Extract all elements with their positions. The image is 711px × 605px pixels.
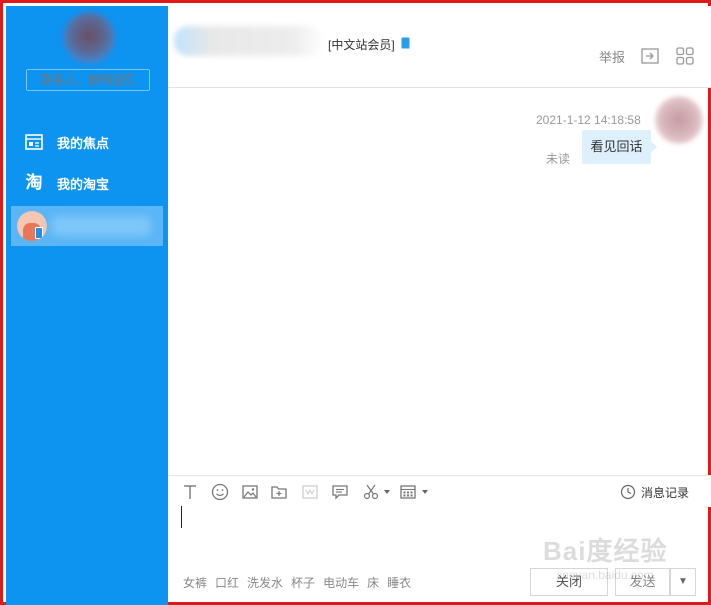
contact-avatar xyxy=(17,211,47,241)
sidebar-item-my-focus[interactable]: 我的焦点 xyxy=(6,123,168,161)
send-button[interactable]: 发送 xyxy=(615,568,670,596)
chat-window: 我的焦点 淘 我的淘宝 [中文站会员] 举报 xyxy=(0,0,711,605)
quick-phrase-bar: 女裤 口红 洗发水 杯子 电动车 床 睡衣 xyxy=(183,574,419,591)
mobile-badge-icon xyxy=(401,37,410,49)
exit-icon[interactable] xyxy=(640,46,660,66)
sidebar: 我的焦点 淘 我的淘宝 xyxy=(6,6,168,605)
font-icon[interactable] xyxy=(180,482,200,502)
quick-phrase[interactable]: 电动车 xyxy=(323,574,359,591)
quick-phrase[interactable]: 口红 xyxy=(215,574,239,591)
chevron-down-icon[interactable] xyxy=(415,482,435,502)
contact-search-input[interactable] xyxy=(26,69,150,91)
apps-grid-icon[interactable] xyxy=(675,46,695,66)
taobao-icon: 淘 xyxy=(25,173,43,192)
comment-icon[interactable] xyxy=(330,482,350,502)
quick-phrase[interactable]: 床 xyxy=(367,574,379,591)
quick-phrase[interactable]: 杯子 xyxy=(291,574,315,591)
folder-icon[interactable] xyxy=(269,482,289,502)
video-icon[interactable] xyxy=(300,482,320,502)
self-avatar[interactable] xyxy=(63,12,115,64)
send-options-button[interactable]: ▼ xyxy=(670,568,696,596)
sidebar-item-label: 我的焦点 xyxy=(57,135,110,151)
member-tag: [中文站会员] xyxy=(328,38,395,52)
message-bubble: 看见回话 xyxy=(582,130,657,164)
emoji-icon[interactable] xyxy=(210,482,230,502)
contact-name-blurred xyxy=(51,216,151,236)
chat-header: [中文站会员] 举报 xyxy=(168,6,711,88)
focus-icon xyxy=(24,132,44,152)
chevron-down-icon[interactable] xyxy=(377,482,397,502)
peer-name-blurred xyxy=(174,26,324,56)
input-toolbar: 消息记录 xyxy=(168,475,711,507)
quick-phrase[interactable]: 女裤 xyxy=(183,574,207,591)
sidebar-item-label: 我的淘宝 xyxy=(57,176,110,192)
sidebar-item-my-taobao[interactable]: 淘 我的淘宝 xyxy=(6,164,168,202)
message-timestamp: 2021-1-12 14:18:58 xyxy=(536,113,641,127)
contact-list-item[interactable] xyxy=(11,206,163,246)
image-icon[interactable] xyxy=(240,482,260,502)
quick-phrase[interactable]: 洗发水 xyxy=(247,574,283,591)
sender-avatar[interactable] xyxy=(655,96,703,144)
message-input[interactable] xyxy=(181,506,182,528)
message-history-button[interactable]: 消息记录 xyxy=(620,482,689,502)
report-button[interactable]: 举报 xyxy=(599,47,625,66)
read-status: 未读 xyxy=(546,152,571,166)
close-button[interactable]: 关闭 xyxy=(530,568,608,596)
clock-icon xyxy=(620,484,636,500)
mobile-icon xyxy=(35,227,43,239)
quick-phrase[interactable]: 睡衣 xyxy=(387,574,411,591)
message-history-label: 消息记录 xyxy=(641,485,690,500)
